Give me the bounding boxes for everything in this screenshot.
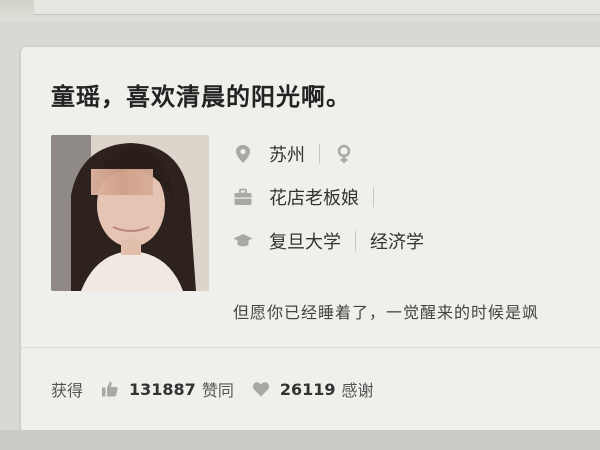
likes-count[interactable]: 131887 xyxy=(129,380,196,399)
previous-card-edge xyxy=(34,0,600,15)
stats-prefix: 获得 xyxy=(51,381,84,400)
bottom-edge xyxy=(0,430,600,450)
thumbs-up-icon xyxy=(102,381,118,397)
separator xyxy=(319,144,320,164)
female-icon xyxy=(337,144,351,163)
thanks-label: 感谢 xyxy=(341,381,374,400)
school-text[interactable]: 复旦大学 xyxy=(269,228,341,254)
avatar-photo xyxy=(51,135,209,291)
location-text[interactable]: 苏州 xyxy=(269,141,305,167)
separator xyxy=(355,231,356,251)
divider xyxy=(21,347,600,348)
bio-text: 但愿你已经睡着了，一觉醒来的时候是飒 xyxy=(233,303,540,322)
top-strip xyxy=(0,0,600,22)
profile-card: 童瑶，喜欢清晨的阳光啊。 苏州 花店老板娘 复旦大学 经济学 但愿你已经睡着了，… xyxy=(20,46,600,438)
separator xyxy=(373,187,374,207)
face-blur-mosaic xyxy=(91,169,153,195)
job-row: 花店老板娘 xyxy=(233,184,388,210)
map-pin-icon xyxy=(236,145,250,163)
major-text[interactable]: 经济学 xyxy=(370,228,424,254)
stats-bar: 获得 131887 赞同 26119 感谢 xyxy=(51,377,374,401)
job-text[interactable]: 花店老板娘 xyxy=(269,184,359,210)
location-row: 苏州 xyxy=(233,141,370,167)
avatar[interactable] xyxy=(51,135,209,291)
thanks-count[interactable]: 26119 xyxy=(280,380,336,399)
education-row: 复旦大学 经济学 xyxy=(233,228,424,254)
heart-icon xyxy=(252,382,269,397)
graduation-cap-icon xyxy=(233,234,253,247)
likes-label: 赞同 xyxy=(201,381,234,400)
profile-headline[interactable]: 童瑶，喜欢清晨的阳光啊。 xyxy=(51,77,351,112)
briefcase-icon xyxy=(234,188,252,205)
